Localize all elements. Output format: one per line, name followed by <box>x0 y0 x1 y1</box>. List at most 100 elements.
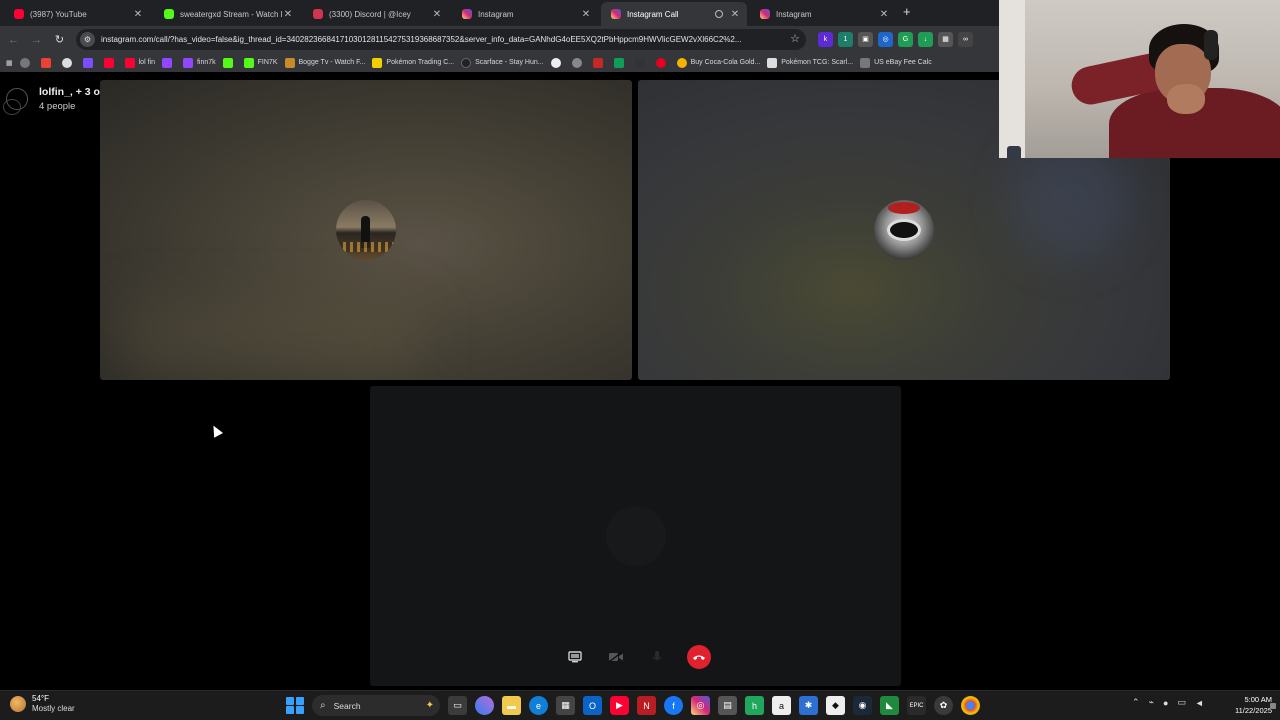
instagram-icon <box>462 9 472 19</box>
bookmark-item[interactable] <box>161 57 176 68</box>
apps-grid-icon[interactable]: ▦ <box>6 59 13 67</box>
weather-widget[interactable]: 54°F Mostly clear <box>10 694 75 713</box>
amazon-icon[interactable]: a <box>772 696 791 715</box>
app-icon[interactable]: ✿ <box>934 696 953 715</box>
extensions-menu-icon[interactable]: ∞ <box>958 32 973 47</box>
clock[interactable]: 5:00 AM 11/22/2025 <box>1226 694 1272 716</box>
download-icon[interactable]: ↓ <box>918 32 933 47</box>
display-icon[interactable]: ▭ <box>1177 697 1186 708</box>
bookmark-item[interactable]: Scarface - Stay Hun... <box>461 57 544 68</box>
copilot-icon[interactable] <box>475 696 494 715</box>
extension-badge-icon[interactable]: 1 <box>838 32 853 47</box>
tab-title: sweatergxd Stream - Watch Live <box>180 9 282 19</box>
bookmark-item[interactable] <box>571 57 586 68</box>
outlook-icon[interactable]: O <box>583 696 602 715</box>
app-icon[interactable]: ▤ <box>718 696 737 715</box>
tab-title: (3300) Discord | @Icey <box>329 9 411 19</box>
roblox-icon[interactable]: ◆ <box>826 696 845 715</box>
tab-kick-stream[interactable]: sweatergxd Stream - Watch Live ✕ <box>154 2 300 26</box>
bookmark-item[interactable]: Pokémon Trading C... <box>372 57 454 68</box>
bookmark-item[interactable] <box>550 57 565 68</box>
instagram-icon <box>611 9 621 19</box>
weather-icon <box>10 695 26 712</box>
close-tab-icon[interactable]: ✕ <box>132 9 144 20</box>
extension-icon[interactable]: ◎ <box>878 32 893 47</box>
store-icon[interactable]: ▦ <box>556 696 575 715</box>
microphone-icon[interactable]: ● <box>1163 698 1168 708</box>
bookmark-star-icon[interactable]: ☆ <box>790 32 800 45</box>
close-tab-icon[interactable]: ✕ <box>878 9 890 20</box>
forward-icon[interactable]: → <box>25 34 48 46</box>
bookmark-item[interactable] <box>613 57 628 68</box>
tab-discord[interactable]: (3300) Discord | @Icey ✕ <box>303 2 449 26</box>
participant-tile[interactable] <box>100 80 632 380</box>
bookmark-item[interactable]: FIN7K <box>243 57 278 68</box>
browser-toolbar: ← → ↻ ⚙ instagram.com/call/?has_video=fa… <box>0 26 1000 53</box>
reload-icon[interactable]: ↻ <box>48 33 71 46</box>
epic-games-icon[interactable]: EPIC <box>907 696 926 715</box>
start-button[interactable] <box>285 696 304 715</box>
bookmark-item[interactable] <box>82 57 97 68</box>
extension-k-icon[interactable]: k <box>818 32 833 47</box>
youtube-icon[interactable]: ▶ <box>610 696 629 715</box>
tab-instagram-2[interactable]: Instagram ✕ <box>750 2 896 26</box>
bookmark-item[interactable] <box>103 57 118 68</box>
bookmark-item[interactable] <box>634 57 649 68</box>
notification-icon[interactable] <box>1270 703 1276 709</box>
url-text[interactable]: instagram.com/call/?has_video=false&ig_t… <box>101 35 781 44</box>
bookmark-item[interactable] <box>222 57 237 68</box>
steam-icon[interactable]: ◉ <box>853 696 872 715</box>
system-tray: ⌃ ⌁ ● ▭ ◄ <box>1132 697 1204 708</box>
chevron-up-icon[interactable]: ⌃ <box>1132 697 1140 708</box>
instagram-icon[interactable]: ◎ <box>691 696 710 715</box>
task-view-icon[interactable]: ▭ <box>448 696 467 715</box>
file-explorer-icon[interactable]: ▬ <box>502 696 521 715</box>
share-screen-button[interactable] <box>562 645 588 669</box>
bookmark-item[interactable] <box>592 57 607 68</box>
gmail-icon <box>40 57 51 68</box>
bookmark-item[interactable]: Pokémon TCG: Scarl... <box>767 57 853 68</box>
extension-icon[interactable]: ▦ <box>938 32 953 47</box>
bookmark-item[interactable]: US eBay Fee Calc <box>860 57 932 68</box>
new-tab-button[interactable]: + <box>903 4 911 19</box>
app-icon <box>634 57 645 68</box>
nvidia-icon[interactable]: ◣ <box>880 696 899 715</box>
bookmark-item[interactable]: finn7k <box>182 57 216 68</box>
extension-icon[interactable]: ▣ <box>858 32 873 47</box>
bookmark-item[interactable] <box>19 57 34 68</box>
app-icon[interactable]: ✱ <box>799 696 818 715</box>
camera-off-button[interactable] <box>603 645 629 669</box>
weather-temp: 54°F <box>32 694 49 703</box>
bookmark-item[interactable] <box>40 57 55 68</box>
close-tab-icon[interactable]: ✕ <box>729 9 741 20</box>
bookmark-item[interactable] <box>655 57 670 68</box>
netflix-icon[interactable]: N <box>637 696 656 715</box>
edge-icon[interactable]: e <box>529 696 548 715</box>
back-icon[interactable]: ← <box>2 34 25 46</box>
close-tab-icon[interactable]: ✕ <box>431 9 443 20</box>
end-call-button[interactable] <box>687 645 711 669</box>
taskbar-search[interactable]: ⌕ Search ✦ <box>312 695 440 716</box>
tab-instagram[interactable]: Instagram ✕ <box>452 2 598 26</box>
weather-condition: Mostly clear <box>32 704 75 713</box>
kick-icon <box>164 9 174 19</box>
app-icon[interactable]: h <box>745 696 764 715</box>
facebook-icon[interactable]: f <box>664 696 683 715</box>
chrome-icon[interactable] <box>961 696 980 715</box>
self-view-tile[interactable] <box>370 386 901 686</box>
close-tab-icon[interactable]: ✕ <box>282 9 294 20</box>
tab-title: Instagram Call <box>627 9 679 19</box>
site-info-icon[interactable]: ⚙ <box>80 32 95 47</box>
close-tab-icon[interactable]: ✕ <box>580 9 592 20</box>
tab-youtube[interactable]: (3987) YouTube ✕ <box>4 2 150 26</box>
bookmark-item[interactable] <box>61 57 76 68</box>
bookmark-item[interactable]: Buy Coca-Cola Gold... <box>676 57 760 68</box>
mute-button[interactable] <box>644 645 670 669</box>
volume-icon[interactable]: ◄ <box>1195 698 1204 708</box>
bookmark-item[interactable]: Bogge Tv - Watch F... <box>284 57 365 68</box>
address-bar[interactable]: ⚙ instagram.com/call/?has_video=false&ig… <box>76 29 806 50</box>
grammarly-icon[interactable]: G <box>898 32 913 47</box>
tab-instagram-call[interactable]: Instagram Call ✕ <box>601 2 747 26</box>
bookmark-item[interactable]: lol fin <box>124 57 155 68</box>
network-icon[interactable]: ⌁ <box>1149 697 1154 708</box>
